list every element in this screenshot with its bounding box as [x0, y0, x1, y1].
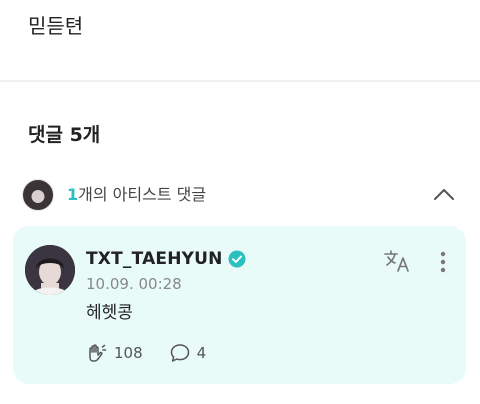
artist-comments-label: 1개의 아티스트 댓글: [67, 184, 206, 206]
translate-button[interactable]: [383, 248, 413, 274]
post-body: 믿듣텬: [0, 0, 480, 80]
section-divider: [0, 80, 480, 82]
cheer-hand-icon: [89, 344, 107, 362]
artist-comment-count: 1: [67, 185, 79, 204]
artist-comment-card: TXT_TAEHYUN 10.09. 00:28 헤헷콩 108 4: [13, 226, 466, 384]
comment-actions: 108 4: [86, 342, 206, 364]
more-vertical-icon[interactable]: [436, 250, 450, 276]
comments-heading: 댓글 5개: [28, 124, 101, 146]
artist-comments-header[interactable]: 1개의 아티스트 댓글: [22, 178, 458, 214]
avatar: [22, 179, 54, 211]
like-count: 108: [114, 344, 143, 362]
speech-bubble-icon: [170, 344, 189, 362]
artist-comments-suffix: 개의 아티스트 댓글: [78, 185, 207, 204]
reply-count: 4: [196, 344, 207, 362]
username[interactable]: TXT_TAEHYUN: [86, 249, 223, 269]
post-text: 믿듣텬: [28, 14, 84, 38]
username-row: TXT_TAEHYUN: [86, 247, 246, 271]
reply-button[interactable]: 4: [169, 342, 207, 364]
verified-badge-icon: [228, 250, 246, 268]
comment-text: 헤헷콩: [86, 303, 133, 323]
avatar[interactable]: [25, 245, 75, 295]
like-button[interactable]: 108: [86, 342, 143, 364]
chevron-up-icon[interactable]: [430, 182, 458, 208]
translate-icon: [384, 250, 409, 272]
comment-timestamp: 10.09. 00:28: [86, 275, 182, 293]
